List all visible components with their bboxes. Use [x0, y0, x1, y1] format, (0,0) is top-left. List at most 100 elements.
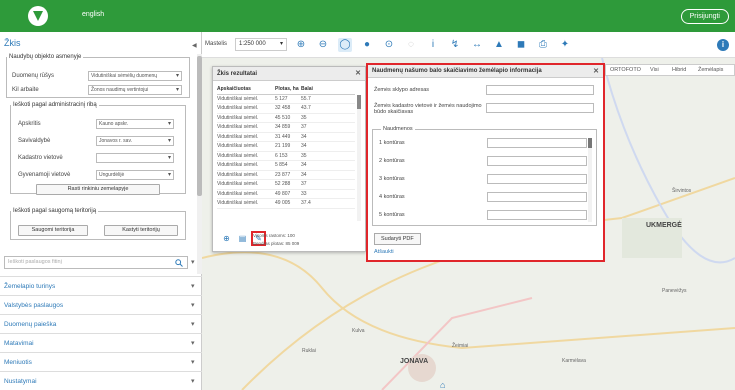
protected-area-button[interactable]: Saugomi teritorija: [18, 225, 88, 236]
table-row[interactable]: Vidutiniškai sėmėl. 31 449 34: [217, 133, 355, 142]
find-on-map-button[interactable]: Rasti rinkiniu zemelapyje: [36, 184, 160, 195]
land-use-legend: Naudmenos: [381, 126, 415, 132]
basemap-option[interactable]: Visi: [650, 67, 659, 73]
table-cell: 34: [301, 171, 307, 178]
table-cell: 49 005: [275, 200, 291, 206]
table-cell: 6 153: [275, 152, 288, 159]
contour-input[interactable]: [487, 210, 587, 220]
table-scroll-thumb[interactable]: [357, 95, 361, 109]
table-area-note: Bendras plotas: 85 009: [253, 241, 300, 246]
contour-input[interactable]: [487, 138, 587, 148]
collapse-sidebar-icon[interactable]: ◀: [192, 42, 197, 49]
results-panel: Žkis rezultatai ✕ Apskaičiuotas Plotas, …: [212, 66, 366, 252]
field1-select[interactable]: Vidutiniškai sėmėlių duomenų: [88, 71, 182, 81]
table-row[interactable]: Vidutiniškai sėmėl. 34 859 37: [217, 123, 355, 133]
map-city-label: UKMERGĖ: [646, 222, 682, 229]
field2-select[interactable]: Žonos naudimų vertintojui: [88, 85, 182, 95]
accordion-item[interactable]: Nustatymai ▾: [0, 371, 202, 390]
top-header-bar: english Prisijungti: [0, 0, 735, 32]
table-cell: 34: [301, 143, 307, 149]
table-row[interactable]: Vidutiniškai sėmėl. 23 877 34: [217, 171, 355, 180]
map-place-label: Žeimiai: [452, 343, 469, 349]
accordion-label: Nustatymai: [4, 378, 37, 385]
table-cell: 5 854: [275, 162, 288, 168]
layers-icon[interactable]: ◼: [514, 38, 528, 52]
document-icon[interactable]: ▤: [237, 233, 248, 244]
login-button[interactable]: Prisijungti: [680, 9, 729, 24]
table-row[interactable]: Vidutiniškai sėmėl. 5 127 55.7: [217, 95, 355, 104]
shield-logo-icon: [33, 11, 43, 21]
column-header[interactable]: Apskaičiuotas: [217, 85, 275, 94]
table-row[interactable]: Vidutiniškai sėmėl. 49 807 33: [217, 190, 355, 199]
table-row[interactable]: Vidutiniškai sėmėl. 32 458 43.7: [217, 104, 355, 114]
column-header[interactable]: Balai: [301, 85, 323, 94]
table-row[interactable]: Vidutiniškai sėmėl. 52 288 37: [217, 180, 355, 190]
area-icon[interactable]: ▲: [492, 38, 506, 52]
admin-row-label: Apskritis: [18, 121, 41, 127]
search-input[interactable]: Ieškoti paslaugos fitinį: [4, 256, 188, 269]
chevron-down-icon: ▾: [191, 359, 195, 366]
basemap-option[interactable]: ORTOFOTO: [610, 67, 641, 73]
municipality-select[interactable]: Jonavos r. sav.: [96, 136, 174, 146]
table-row[interactable]: Vidutiniškai sėmėl. 5 854 34: [217, 161, 355, 171]
land-use-scroll-thumb[interactable]: [588, 138, 592, 148]
accordion-item[interactable]: Žemelapio turinys ▾: [0, 276, 202, 295]
contour-label: 4 kontūras: [379, 194, 405, 200]
disabled-tool-icon[interactable]: ◌: [404, 38, 418, 52]
sidebar-title: Žkis: [4, 38, 21, 48]
table-row[interactable]: Vidutiniškai sėmėl. 6 153 35: [217, 152, 355, 161]
table-cell: Vidutiniškai sėmėl.: [217, 162, 259, 168]
accordion-item[interactable]: Matavimai ▾: [0, 333, 202, 352]
language-selector[interactable]: english: [82, 11, 104, 18]
close-icon[interactable]: ✕: [593, 65, 599, 78]
table-row[interactable]: Vidutiniškai sėmėl. 49 005 37.4: [217, 199, 355, 209]
scale-select[interactable]: 1:250 000: [235, 38, 287, 51]
accordion-item[interactable]: Duomenų paieška ▾: [0, 314, 202, 333]
create-pdf-button[interactable]: Sudaryti PDF: [374, 233, 421, 245]
accordion-item[interactable]: Valstybės paslaugos ▾: [0, 295, 202, 314]
cadastre-area-input[interactable]: [486, 103, 594, 113]
plot-address-input[interactable]: [486, 85, 594, 95]
target-icon[interactable]: ⊙: [382, 38, 396, 52]
zoom-in-icon[interactable]: ⊕: [294, 38, 308, 52]
search-territory-button[interactable]: Kastyti teritorijų: [104, 225, 178, 236]
table-cell: Vidutiniškai sėmėl.: [217, 114, 259, 121]
county-select[interactable]: Kauno apskr.: [96, 119, 174, 129]
logo[interactable]: [28, 6, 48, 26]
expand-search-icon[interactable]: ▾: [191, 258, 195, 266]
distance-icon[interactable]: ↔: [470, 38, 484, 52]
settings-icon[interactable]: ✦: [558, 38, 572, 52]
map-place-label: Panevėžys: [662, 288, 687, 294]
close-icon[interactable]: ✕: [355, 67, 361, 81]
basemap-option[interactable]: Hibrid: [672, 67, 686, 73]
zoom-to-icon[interactable]: ⊕: [221, 233, 232, 244]
contour-input[interactable]: [487, 174, 587, 184]
help-icon[interactable]: i: [717, 39, 729, 51]
locality-select[interactable]: Ungurdėlijė: [96, 170, 174, 180]
column-header[interactable]: Plotas, ha: [275, 85, 301, 94]
productivity-dialog: Naudmenų našumo balo skaičiavimo žemėlap…: [366, 63, 605, 262]
basemap-option[interactable]: Žemėlapis: [698, 67, 723, 73]
table-row[interactable]: Vidutiniškai sėmėl. 45 510 35: [217, 114, 355, 123]
accordion-item[interactable]: Meniuotis ▾: [0, 352, 202, 371]
select-tool-icon[interactable]: ◯: [338, 38, 352, 52]
land-use-scrollbar[interactable]: [588, 138, 592, 222]
table-cell: Vidutiniškai sėmėl.: [217, 152, 259, 159]
cadastre-select[interactable]: [96, 153, 174, 163]
search-icon[interactable]: [175, 259, 183, 267]
table-cell: 31 449: [275, 133, 291, 140]
location-marker-icon[interactable]: ⌂: [440, 380, 445, 390]
contour-input[interactable]: [487, 156, 587, 166]
globe-icon[interactable]: ●: [360, 38, 374, 52]
info-tool-icon[interactable]: i: [426, 38, 440, 52]
cancel-link[interactable]: Atšaukti: [374, 249, 394, 255]
table-cell: 35: [301, 114, 307, 121]
zoom-out-icon[interactable]: ⊖: [316, 38, 330, 52]
dialog-header: Naudmenų našumo balo skaičiavimo žemėlap…: [368, 65, 603, 78]
print-icon[interactable]: ⎙: [536, 38, 550, 52]
contour-input[interactable]: [487, 192, 587, 202]
table-scrollbar[interactable]: [357, 95, 361, 221]
measure-icon[interactable]: ↯: [448, 38, 462, 52]
table-row[interactable]: Vidutiniškai sėmėl. 21 199 34: [217, 142, 355, 152]
chevron-down-icon: ▾: [191, 302, 195, 309]
